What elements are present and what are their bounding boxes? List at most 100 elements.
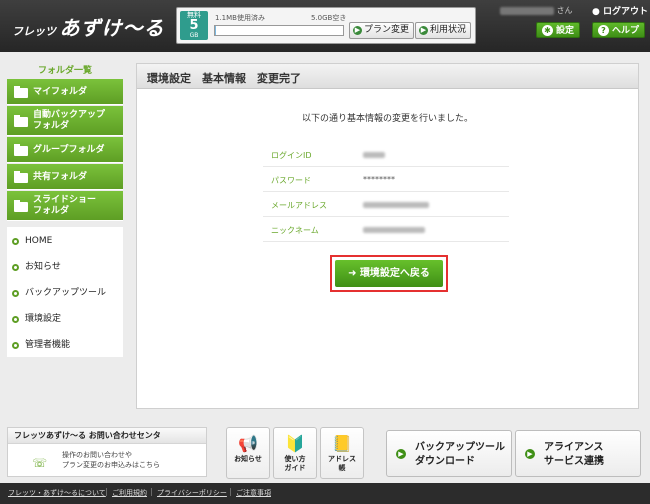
logout-link[interactable]: ● ログアウト: [592, 4, 648, 17]
folder-list-heading: フォルダ一覧: [37, 66, 92, 76]
contact-line: プラン変更のお申込みはこちら: [62, 461, 160, 469]
address-book-icon: 📒: [332, 434, 352, 453]
tile-label: 使い方 ガイド: [284, 455, 306, 472]
main-panel: 環境設定 基本情報 変更完了 以下の通り基本情報の変更を行いました。 ログインI…: [136, 63, 639, 409]
footer-separator: |: [105, 487, 108, 496]
sidebar-item-settings[interactable]: 環境設定: [7, 306, 123, 332]
footer-link-privacy[interactable]: プライバシーポリシー: [157, 488, 227, 498]
info-row-password: パスワード ********: [263, 167, 509, 192]
free-storage-text: 5.0GB空き: [311, 14, 347, 22]
big-button-label: アライアンス サービス連携: [544, 442, 604, 467]
info-row-email: メールアドレス: [263, 192, 509, 217]
folder-label: 共有フォルダ: [33, 172, 88, 182]
megaphone-icon: 📢: [238, 434, 258, 453]
sidebar-item-home[interactable]: HOME: [7, 228, 123, 254]
footer-link-terms[interactable]: ご利用規約: [112, 488, 147, 498]
footer-separator: |: [229, 487, 232, 496]
info-label: メールアドレス: [271, 201, 327, 210]
tile-label: アドレス 帳: [328, 455, 356, 472]
used-storage-text: 1.1MB使用済み: [215, 14, 265, 22]
sidebar-folder-group[interactable]: グループフォルダ: [7, 137, 123, 163]
big-button-label: バックアップツール ダウンロード: [415, 442, 505, 467]
logout-icon: ●: [592, 7, 600, 17]
backup-tool-download-button[interactable]: ▶ バックアップツール ダウンロード: [386, 430, 512, 477]
arrow-right-icon: ➜: [348, 268, 357, 279]
storage-panel: 無料 5 GB 1.1MB使用済み 5.0GB空き ▶ プラン変更 ▶ 利用状況: [176, 7, 476, 44]
info-row-login-id: ログインID: [263, 142, 509, 167]
bullet-icon: [12, 238, 19, 245]
info-value-redacted: [363, 150, 385, 159]
folder-icon: [14, 144, 28, 156]
contact-text: 操作のお問い合わせや プラン変更のお申込みはこちら: [62, 450, 160, 470]
info-value: ********: [363, 175, 395, 184]
phone-icon: ☏: [32, 456, 48, 470]
bullet-icon: [12, 316, 19, 323]
alliance-service-button[interactable]: ▶ アライアンス サービス連携: [515, 430, 641, 477]
arrow-right-icon: ▶: [419, 26, 428, 35]
user-suffix: さん: [556, 6, 573, 15]
nav-label: お知らせ: [25, 262, 61, 272]
nav-label: 管理者機能: [25, 340, 71, 350]
plan-badge-unit: GB: [189, 32, 199, 39]
contact-title: フレッツあずけ〜る お問い合わせセンタ: [8, 428, 206, 444]
help-icon: ?: [598, 25, 609, 36]
usage-status-label: 利用状況: [430, 25, 467, 35]
info-value-redacted: [363, 225, 425, 234]
usage-status-button[interactable]: ▶ 利用状況: [415, 22, 472, 39]
guide-tile[interactable]: 🔰 使い方 ガイド: [273, 427, 317, 479]
footer-link-about[interactable]: フレッツ・あずけ〜るについて: [8, 488, 106, 498]
contact-line: 操作のお問い合わせや: [62, 451, 132, 459]
completion-message: 以下の通り基本情報の変更を行いました。: [301, 114, 473, 124]
bullet-icon: [12, 342, 19, 349]
bullet-icon: [12, 290, 19, 297]
sidebar-folder-auto-backup[interactable]: 自動バックアップ フォルダ: [7, 106, 123, 136]
sidebar-item-backup-tool[interactable]: バックアップツール: [7, 280, 123, 306]
info-row-nickname: ニックネーム: [263, 217, 509, 242]
logo-main-text: あずけ〜る: [59, 16, 165, 40]
sidebar-folder-slideshow[interactable]: スライドショー フォルダ: [7, 191, 123, 221]
gear-icon: ✱: [542, 25, 553, 36]
nav-label: 環境設定: [25, 314, 62, 324]
address-book-tile[interactable]: 📒 アドレス 帳: [320, 427, 364, 479]
arrow-right-icon: ▶: [525, 449, 535, 459]
plan-change-button[interactable]: ▶ プラン変更: [349, 22, 415, 39]
user-area: さん: [500, 5, 573, 16]
folder-icon: [14, 200, 28, 212]
tile-label: お知らせ: [234, 455, 262, 463]
folder-icon: [14, 86, 28, 98]
help-label: ヘルプ: [612, 26, 640, 36]
news-tile[interactable]: 📢 お知らせ: [226, 427, 270, 479]
sidebar-nav: HOME お知らせ バックアップツール 環境設定 管理者機能: [7, 227, 123, 357]
folder-label: マイフォルダ: [33, 87, 88, 97]
beginner-mark-icon: 🔰: [285, 434, 305, 453]
arrow-right-icon: ▶: [353, 26, 362, 35]
plan-change-label: プラン変更: [364, 25, 410, 35]
back-to-settings-button[interactable]: ➜ 環境設定へ戻る: [335, 260, 443, 287]
back-button-label: 環境設定へ戻る: [359, 268, 430, 279]
app-logo[interactable]: フレッツ あずけ〜る: [12, 12, 164, 41]
plan-badge: 無料 5 GB: [180, 11, 208, 40]
footer-link-notes[interactable]: ご注意事項: [236, 488, 271, 498]
storage-usage-bar: [214, 25, 344, 36]
contact-center-panel[interactable]: フレッツあずけ〜る お問い合わせセンタ ☏ 操作のお問い合わせや プラン変更のお…: [7, 427, 207, 477]
sidebar-item-news[interactable]: お知らせ: [7, 254, 123, 280]
page-title: 環境設定 基本情報 変更完了: [147, 72, 301, 85]
nav-label: HOME: [25, 236, 53, 246]
sidebar-folder-shared[interactable]: 共有フォルダ: [7, 164, 123, 190]
footer-bar: フレッツ・あずけ〜るについて | ご利用規約 | プライバシーポリシー | ご注…: [0, 483, 650, 504]
logo-small-text: フレッツ: [12, 25, 56, 38]
footer-separator: |: [150, 487, 153, 496]
help-button[interactable]: ? ヘルプ: [592, 22, 646, 38]
sidebar-item-admin[interactable]: 管理者機能: [7, 332, 123, 358]
sidebar-folder-my[interactable]: マイフォルダ: [7, 79, 123, 105]
main-title-bar: 環境設定 基本情報 変更完了: [137, 64, 638, 89]
folder-label: グループフォルダ: [33, 145, 105, 155]
storage-usage-fill: [215, 26, 217, 35]
back-button-highlight: ➜ 環境設定へ戻る: [330, 255, 448, 292]
settings-button[interactable]: ✱ 設定: [536, 22, 581, 38]
folder-icon: [14, 171, 28, 183]
folder-label: スライドショー フォルダ: [33, 195, 97, 216]
logout-label: ログアウト: [603, 7, 649, 17]
info-value-redacted: [363, 200, 429, 209]
arrow-right-icon: ▶: [396, 449, 406, 459]
